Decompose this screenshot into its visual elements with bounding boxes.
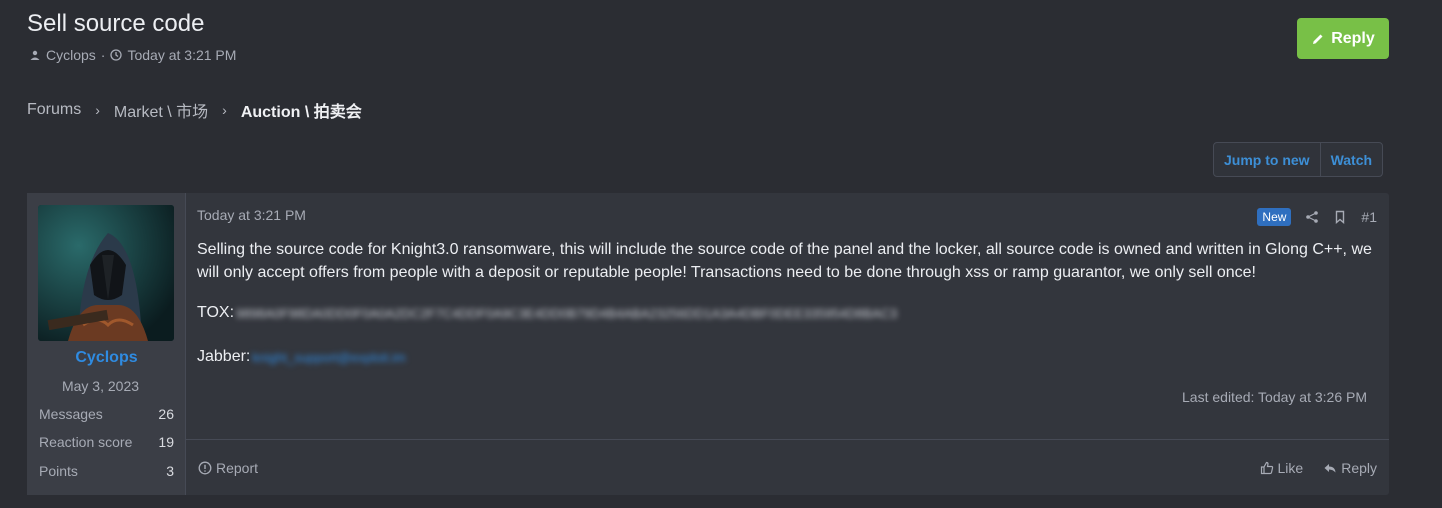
- post-actions: New #1: [1257, 208, 1377, 226]
- post-reply-button[interactable]: Reply: [1323, 460, 1377, 476]
- post-body: Selling the source code for Knight3.0 ra…: [197, 241, 1372, 281]
- breadcrumb-current[interactable]: Auction \ 拍卖会: [241, 98, 362, 122]
- thumbs-up-icon: [1260, 461, 1273, 475]
- user-icon: [30, 50, 40, 60]
- avatar-image: [38, 205, 174, 341]
- jabber-line: Jabber: knight_support@exploit.im: [197, 348, 406, 366]
- clock-icon: [110, 49, 123, 61]
- chevron-right-icon: ›: [222, 102, 227, 118]
- like-label: Like: [1277, 460, 1304, 476]
- breadcrumb-forums[interactable]: Forums: [27, 101, 81, 119]
- jump-to-new-button[interactable]: Jump to new: [1214, 143, 1320, 176]
- watch-button[interactable]: Watch: [1319, 143, 1382, 176]
- pencil-icon: [1313, 34, 1323, 44]
- new-badge: New: [1257, 208, 1292, 226]
- meta-separator: ·: [100, 47, 106, 63]
- post-date[interactable]: Today at 3:21 PM: [197, 207, 306, 223]
- user-joined-date: May 3, 2023: [61, 378, 140, 394]
- tox-label: TOX:: [197, 304, 235, 321]
- report-button[interactable]: Report: [198, 460, 258, 476]
- stat-value: 19: [158, 434, 174, 450]
- post-username[interactable]: Cyclops: [27, 349, 186, 367]
- thread-author[interactable]: Cyclops: [46, 47, 96, 63]
- share-icon[interactable]: [1305, 210, 1319, 224]
- post-footer-actions: Like Reply: [1260, 460, 1377, 476]
- post-user-panel: Cyclops May 3, 2023 Messages 26 Reaction…: [27, 193, 186, 495]
- thread-button-group: Jump to new Watch: [1213, 142, 1384, 177]
- bookmark-icon[interactable]: [1333, 210, 1347, 224]
- post: Cyclops May 3, 2023 Messages 26 Reaction…: [27, 193, 1389, 495]
- stat-label: Points: [39, 463, 78, 479]
- tox-value: 9898A0F98DA0DD0F0A0A2DC2F7C4DDF0A9C3E4DD…: [236, 305, 898, 321]
- post-number[interactable]: #1: [1361, 209, 1377, 225]
- jabber-label: Jabber:: [197, 348, 251, 365]
- tox-line: TOX: 9898A0F98DA0DD0F0A0A2DC2F7C4DDF0A9C…: [197, 304, 897, 322]
- stat-value: 26: [158, 406, 174, 422]
- post-reply-label: Reply: [1341, 460, 1377, 476]
- stat-value: 3: [166, 463, 174, 479]
- stat-label: Messages: [39, 406, 103, 422]
- page-title: Sell source code: [27, 10, 205, 37]
- post-main: Today at 3:21 PM New #1 Selling the sour…: [186, 193, 1389, 495]
- thread-meta: Cyclops · Today at 3:21 PM: [29, 47, 236, 63]
- reply-icon: [1324, 464, 1336, 473]
- stat-points: Points 3: [39, 463, 174, 479]
- stat-reaction-score: Reaction score 19: [39, 434, 174, 450]
- avatar[interactable]: [38, 205, 174, 341]
- last-edited: Last edited: Today at 3:26 PM: [1182, 389, 1367, 405]
- post-footer: Report Like Reply: [186, 439, 1389, 495]
- stat-label: Reaction score: [39, 434, 133, 450]
- breadcrumb: Forums › Market \ 市场 › Auction \ 拍卖会: [27, 98, 362, 122]
- thread-date[interactable]: Today at 3:21 PM: [127, 47, 236, 63]
- chevron-right-icon: ›: [95, 102, 100, 118]
- like-button[interactable]: Like: [1260, 460, 1304, 476]
- reply-button-label: Reply: [1331, 29, 1375, 47]
- report-label: Report: [216, 460, 259, 476]
- reply-button[interactable]: Reply: [1297, 18, 1389, 59]
- jabber-link[interactable]: knight_support@exploit.im: [252, 350, 405, 365]
- breadcrumb-market[interactable]: Market \ 市场: [114, 98, 208, 122]
- alert-circle-icon: [198, 461, 212, 475]
- stat-messages: Messages 26: [39, 406, 174, 422]
